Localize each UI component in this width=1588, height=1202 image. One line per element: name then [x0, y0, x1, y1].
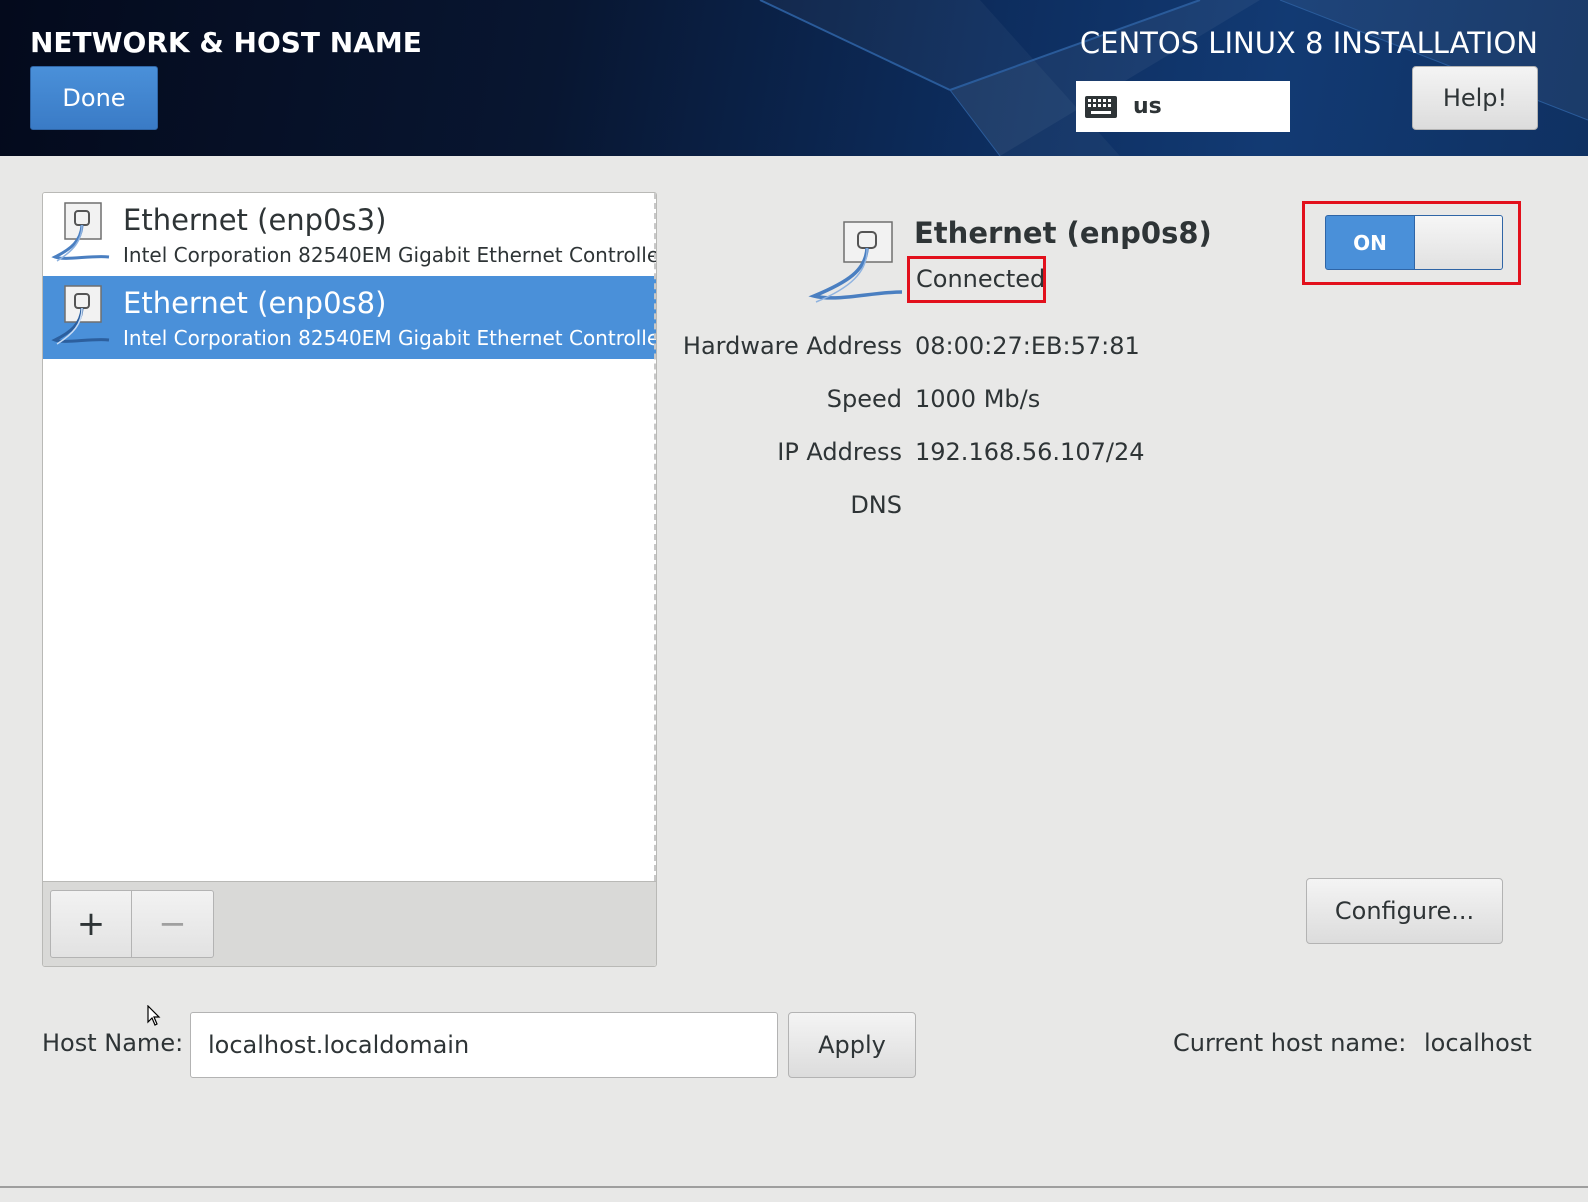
wired-network-icon	[51, 202, 110, 262]
ip-address-label: IP Address	[777, 438, 902, 466]
device-panel: Ethernet (enp0s3) Intel Corporation 8254…	[42, 192, 657, 967]
device-name: Ethernet (enp0s3)	[123, 203, 387, 237]
apply-button[interactable]: Apply	[788, 1012, 916, 1078]
remove-device-button[interactable]: −	[132, 890, 214, 958]
host-name-label: Host Name:	[42, 1029, 184, 1057]
screen-title: NETWORK & HOST NAME	[30, 26, 422, 59]
speed-label: Speed	[826, 385, 902, 413]
product-title: CENTOS LINUX 8 INSTALLATION	[1079, 26, 1538, 60]
host-name-input[interactable]	[190, 1012, 778, 1078]
device-row-enp0s3[interactable]: Ethernet (enp0s3) Intel Corporation 8254…	[43, 193, 656, 276]
bottom-divider	[0, 1186, 1588, 1188]
toggle-knob	[1414, 216, 1502, 269]
help-button[interactable]: Help!	[1412, 66, 1538, 130]
toggle-on-label: ON	[1353, 230, 1387, 255]
add-device-button[interactable]: +	[50, 890, 132, 958]
hardware-address-label: Hardware Address	[682, 332, 902, 360]
device-description: Intel Corporation 82540EM Gigabit Ethern…	[123, 243, 656, 267]
current-host-name-value: localhost	[1424, 1029, 1532, 1057]
list-scroll-edge	[654, 193, 656, 881]
connection-status: Connected	[907, 256, 1046, 303]
device-row-enp0s8[interactable]: Ethernet (enp0s8) Intel Corporation 8254…	[43, 276, 656, 359]
device-toolbar: + −	[43, 881, 656, 966]
wired-network-icon	[808, 221, 903, 303]
dns-label: DNS	[850, 491, 902, 519]
hardware-address-value: 08:00:27:EB:57:81	[915, 332, 1140, 360]
header-bar: NETWORK & HOST NAME CENTOS LINUX 8 INSTA…	[0, 0, 1588, 156]
header-background	[759, 0, 1588, 156]
device-list: Ethernet (enp0s3) Intel Corporation 8254…	[43, 193, 656, 881]
keyboard-layout-indicator[interactable]: us	[1076, 81, 1290, 132]
device-description: Intel Corporation 82540EM Gigabit Ethern…	[123, 326, 656, 350]
selected-device-name: Ethernet (enp0s8)	[914, 216, 1212, 250]
current-host-name-label: Current host name:	[1173, 1029, 1407, 1057]
done-button[interactable]: Done	[30, 66, 158, 130]
speed-value: 1000 Mb/s	[915, 385, 1041, 413]
wired-network-icon	[51, 285, 110, 345]
device-name: Ethernet (enp0s8)	[123, 286, 387, 320]
mouse-pointer-icon	[147, 1005, 161, 1026]
device-on-off-toggle[interactable]: ON	[1325, 215, 1503, 270]
configure-button[interactable]: Configure...	[1306, 878, 1503, 944]
ip-address-value: 192.168.56.107/24	[915, 438, 1145, 466]
keyboard-icon	[1085, 95, 1117, 118]
keyboard-layout-label: us	[1133, 94, 1162, 119]
